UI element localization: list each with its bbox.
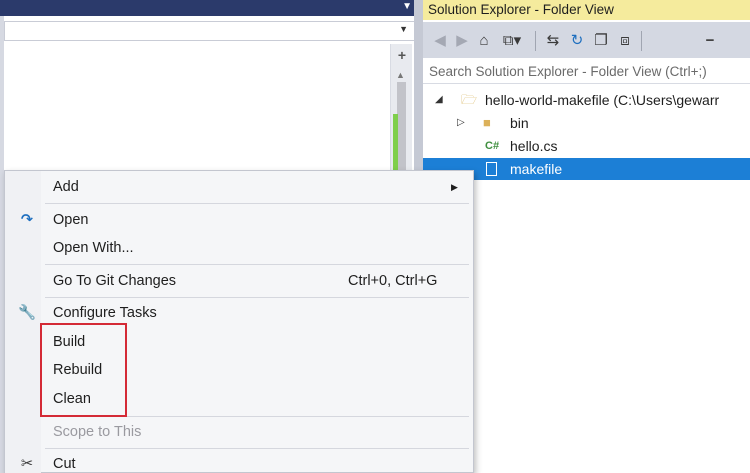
menu-item-add[interactable]: Add ▶ bbox=[5, 173, 473, 201]
back-icon[interactable]: ◀ bbox=[431, 31, 449, 51]
toolbar-separator bbox=[535, 31, 536, 51]
menu-item-scope-to-this: Scope to This bbox=[5, 418, 473, 446]
menu-separator bbox=[45, 297, 469, 298]
menu-item-open-with[interactable]: Open With... bbox=[5, 234, 473, 262]
expanded-arrow-icon[interactable]: ◢ bbox=[435, 89, 443, 111]
menu-separator bbox=[45, 264, 469, 265]
collapsed-arrow-icon[interactable]: ▷ bbox=[457, 112, 465, 134]
tree-item-label: hello.cs bbox=[510, 138, 558, 154]
solution-explorer-title: Solution Explorer - Folder View bbox=[423, 0, 750, 20]
scroll-up-icon[interactable]: ▲ bbox=[396, 70, 405, 80]
menu-item-label: Add bbox=[53, 179, 79, 195]
home-icon[interactable]: ⌂ bbox=[475, 31, 493, 51]
menu-item-label: Cut bbox=[53, 456, 76, 472]
refresh-icon[interactable]: ↻ bbox=[567, 31, 587, 51]
tree-item-label: makefile bbox=[510, 161, 563, 177]
menu-item-open[interactable]: ↷ Open bbox=[5, 206, 473, 234]
folder-open-icon: 🗁 bbox=[461, 92, 478, 107]
search-input[interactable]: Search Solution Explorer - Folder View (… bbox=[423, 59, 750, 84]
navigation-bar-dropdown[interactable]: ▼ bbox=[4, 21, 415, 41]
tree-item-label: bin bbox=[510, 115, 529, 131]
submenu-arrow-icon: ▶ bbox=[451, 182, 458, 192]
menu-item-label: Open With... bbox=[53, 240, 134, 256]
show-all-files-icon[interactable]: ⧈ bbox=[615, 31, 635, 51]
menu-separator bbox=[45, 448, 469, 449]
properties-icon[interactable]: − bbox=[699, 31, 721, 51]
solution-explorer-toolbar: ◀ ▶ ⌂ ⧉▾ ⇆ ↻ ❐ ⧈ − bbox=[423, 22, 750, 58]
sync-icon[interactable]: ⇆ bbox=[543, 31, 563, 51]
tree-item-bin[interactable]: ▷ ■ bin bbox=[423, 112, 750, 134]
collapse-all-icon[interactable]: ❐ bbox=[591, 31, 611, 51]
editor-tab-well: ▼ bbox=[0, 0, 418, 16]
switch-views-icon[interactable]: ⧉▾ bbox=[497, 31, 527, 51]
wrench-icon: 🔧 bbox=[17, 305, 37, 321]
menu-item-label: Open bbox=[53, 212, 89, 228]
forward-icon[interactable]: ▶ bbox=[453, 31, 471, 51]
menu-item-shortcut: Ctrl+0, Ctrl+G bbox=[348, 273, 438, 289]
toolbar-separator bbox=[641, 31, 642, 51]
chevron-down-icon[interactable]: ▼ bbox=[399, 24, 408, 34]
scissors-icon: ✂ bbox=[20, 456, 34, 472]
file-icon bbox=[486, 158, 497, 180]
tree-item-hello-cs[interactable]: C# hello.cs bbox=[423, 135, 750, 157]
annotation-highlight-box bbox=[40, 323, 127, 417]
menu-item-label: Go To Git Changes bbox=[53, 273, 177, 289]
menu-item-label: Scope to This bbox=[53, 424, 142, 440]
csharp-file-icon: C# bbox=[485, 140, 500, 152]
tab-dropdown-icon[interactable]: ▼ bbox=[402, 1, 412, 12]
split-window-icon[interactable]: + bbox=[394, 47, 410, 63]
menu-item-go-to-git-changes[interactable]: Go To Git Changes Ctrl+0, Ctrl+G bbox=[5, 267, 473, 295]
menu-separator bbox=[45, 203, 469, 204]
context-menu: Add ▶ ↷ Open Open With... Go To Git Chan… bbox=[4, 170, 474, 473]
tree-item-label: hello-world-makefile (C:\Users\gewarr bbox=[485, 92, 720, 108]
open-arrow-icon: ↷ bbox=[20, 212, 34, 228]
menu-item-cut[interactable]: ✂ Cut bbox=[5, 450, 473, 473]
folder-icon: ■ bbox=[483, 115, 491, 130]
tree-item-root[interactable]: ◢ 🗁 hello-world-makefile (C:\Users\gewar… bbox=[423, 89, 750, 111]
